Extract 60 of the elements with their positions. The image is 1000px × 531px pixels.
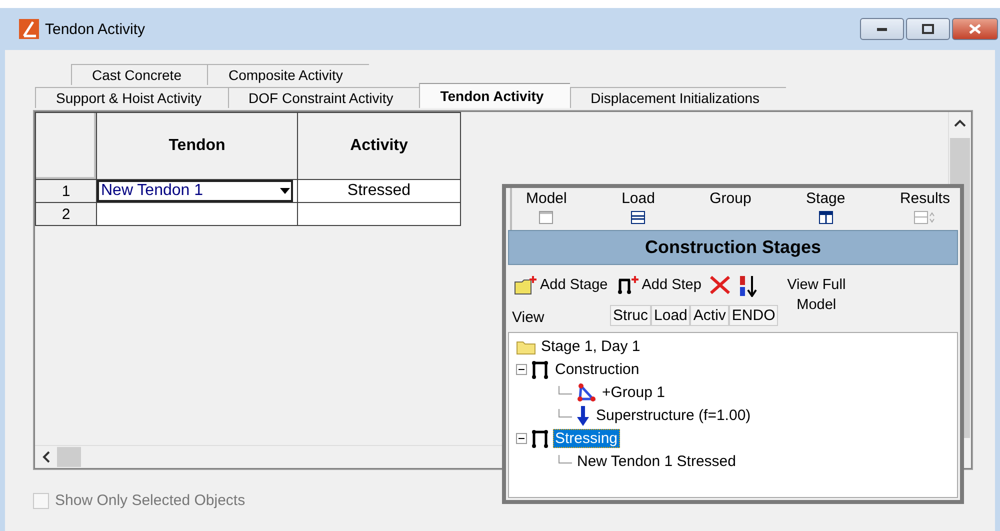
tab[interactable]: DOF Constraint Activity — [228, 87, 420, 108]
app-logo-icon — [19, 19, 39, 39]
frame-plus-icon — [616, 275, 640, 295]
minimize-button[interactable] — [860, 18, 904, 40]
toolbar-button[interactable]: Group — [708, 190, 754, 224]
panel-icon — [631, 211, 646, 224]
tab[interactable]: Displacement Initializations — [570, 87, 786, 108]
panel-header: Construction Stages — [508, 230, 958, 265]
scroll-left-icon[interactable] — [41, 451, 51, 463]
minimize-icon — [876, 26, 888, 32]
toolbar-button[interactable]: Load — [620, 190, 657, 224]
collapse-icon[interactable] — [516, 433, 527, 444]
maximize-icon — [922, 24, 934, 34]
row-header: 2 — [36, 202, 96, 226]
delete-icon[interactable] — [709, 275, 732, 295]
tree-item[interactable]: New Tendon 1 Stressed — [575, 452, 738, 471]
tree-item[interactable]: Superstructure (f=1.00) — [594, 406, 753, 425]
toolbar-button[interactable]: Stage — [804, 190, 848, 224]
toolbar-button[interactable]: Add Stage — [514, 275, 608, 295]
folder-plus-icon — [514, 275, 538, 295]
tab[interactable]: Composite Activity — [207, 64, 369, 85]
tab[interactable]: Cast Concrete — [71, 64, 208, 85]
table-cell: Stressed — [347, 182, 411, 199]
split-panel-icon — [818, 211, 833, 224]
window-icon — [539, 211, 554, 224]
view-button[interactable]: Activ — [690, 305, 729, 326]
view-button[interactable]: ENDO — [728, 305, 778, 326]
close-button[interactable] — [952, 18, 998, 40]
folder-icon — [516, 338, 536, 354]
view-label: View — [512, 309, 546, 326]
view-button[interactable]: Struc — [610, 305, 652, 326]
tab[interactable]: Tendon Activity — [419, 83, 570, 108]
toolbar-button[interactable]: Model — [524, 190, 569, 224]
column-header[interactable]: Tendon — [96, 112, 298, 180]
dropdown-caret-icon — [279, 187, 291, 195]
window-title: Tendon Activity — [45, 20, 146, 38]
tree-item[interactable]: +Group 1 — [600, 383, 667, 402]
view-button[interactable]: Load — [651, 305, 690, 326]
toolbar-button[interactable]: Add Step — [616, 275, 702, 295]
panel-arrows-icon — [914, 211, 936, 224]
tree-item[interactable]: Stressing — [553, 429, 620, 448]
triangle-nodes-icon — [575, 382, 597, 402]
tendon-dropdown[interactable]: New Tendon 1 — [97, 180, 293, 202]
tab[interactable]: Support & Hoist Activity — [35, 87, 228, 108]
maximize-button[interactable] — [906, 18, 950, 40]
tree-item[interactable]: Stage 1, Day 1 — [539, 337, 642, 356]
scroll-up-icon[interactable] — [954, 118, 966, 128]
view-full-model-label[interactable]: View Full Model — [781, 275, 852, 315]
collapse-icon[interactable] — [516, 364, 527, 375]
toolbar-button[interactable]: Results — [898, 190, 952, 224]
sort-icon[interactable] — [739, 275, 760, 297]
row-header: 1 — [36, 180, 96, 202]
frame-icon — [530, 360, 550, 380]
close-icon — [969, 24, 981, 34]
checkbox-label: Show Only Selected Objects — [55, 492, 246, 509]
down-arrow-icon — [575, 404, 591, 426]
tree-item[interactable]: Construction — [553, 360, 642, 379]
scrollbar-thumb[interactable] — [57, 447, 81, 467]
frame-icon — [530, 428, 550, 448]
column-header[interactable]: Activity — [298, 112, 460, 180]
